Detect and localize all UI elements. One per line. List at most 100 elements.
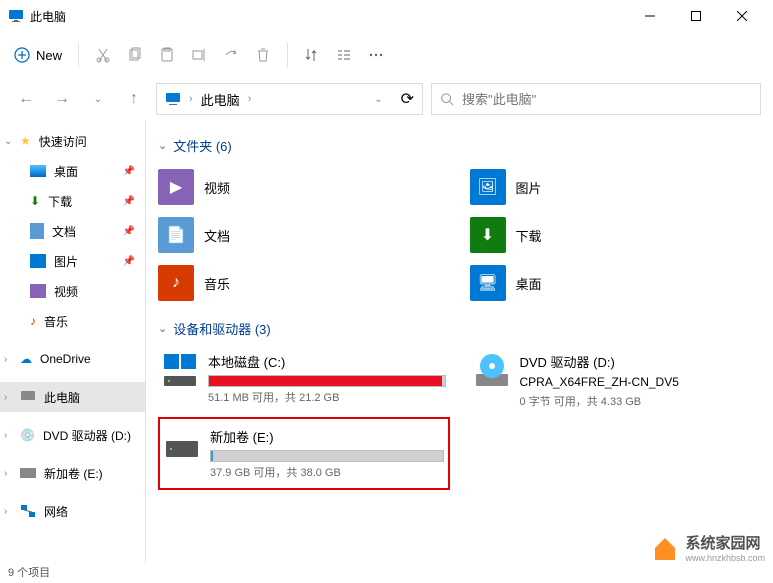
sidebar-item-documents[interactable]: 文档📌 bbox=[0, 216, 145, 246]
network-icon bbox=[20, 503, 36, 519]
delete-icon[interactable] bbox=[255, 47, 271, 63]
drive-icon bbox=[164, 427, 200, 463]
thispc-icon bbox=[20, 389, 36, 405]
document-icon bbox=[30, 223, 44, 239]
chevron-right-icon[interactable]: › bbox=[4, 430, 7, 441]
sidebar-item-downloads[interactable]: ⬇下载📌 bbox=[0, 186, 145, 216]
share-icon[interactable] bbox=[223, 47, 239, 63]
sidebar-item-newvol[interactable]: ›新加卷 (E:) bbox=[0, 458, 145, 488]
pin-icon: 📌 bbox=[123, 226, 135, 237]
chevron-down-icon: ⌄ bbox=[158, 322, 167, 335]
folder-pictures[interactable]: 🖼图片 bbox=[470, 165, 762, 209]
window-title: 此电脑 bbox=[30, 8, 627, 25]
back-button[interactable]: ← bbox=[12, 85, 40, 113]
address-row: ← → ⌄ ↑ › 此电脑 › ⌄ ⟳ bbox=[0, 78, 773, 120]
cut-icon[interactable] bbox=[95, 47, 111, 63]
download-icon: ⬇ bbox=[30, 194, 40, 208]
sidebar-item-dvd[interactable]: ›💿DVD 驱动器 (D:) bbox=[0, 420, 145, 450]
breadcrumb-sep: › bbox=[248, 93, 252, 105]
divider bbox=[287, 43, 288, 67]
search-icon bbox=[440, 92, 454, 106]
forward-button[interactable]: → bbox=[48, 85, 76, 113]
chevron-down-icon: ⌄ bbox=[158, 139, 167, 152]
music-icon: ♪ bbox=[30, 314, 36, 328]
item-count: 9 个项目 bbox=[8, 564, 50, 580]
sort-icon[interactable] bbox=[304, 47, 320, 63]
drive-d[interactable]: DVD 驱动器 (D:) CPRA_X64FRE_ZH-CN_DV5 0 字节 … bbox=[470, 348, 762, 413]
pin-icon: 📌 bbox=[123, 256, 135, 267]
sidebar-item-thispc[interactable]: ›此电脑 bbox=[0, 382, 145, 412]
chevron-right-icon[interactable]: › bbox=[4, 354, 7, 365]
new-button[interactable]: New bbox=[14, 47, 62, 63]
sidebar: ⌄★快速访问 桌面📌 ⬇下载📌 文档📌 图片📌 视频 ♪音乐 ›☁OneDriv… bbox=[0, 120, 145, 563]
toolbar: New bbox=[0, 32, 773, 78]
sidebar-item-quick[interactable]: ⌄★快速访问 bbox=[0, 126, 145, 156]
status-bar: 9 个项目 bbox=[0, 561, 50, 583]
section-drives[interactable]: ⌄设备和驱动器 (3) bbox=[158, 319, 761, 338]
maximize-button[interactable] bbox=[673, 0, 719, 32]
video-icon: ▶ bbox=[158, 169, 194, 205]
chevron-right-icon[interactable]: › bbox=[4, 468, 7, 479]
document-icon: 📄 bbox=[158, 217, 194, 253]
home-icon bbox=[651, 534, 679, 562]
minimize-button[interactable] bbox=[627, 0, 673, 32]
drive-c[interactable]: 本地磁盘 (C:) 51.1 MB 可用，共 21.2 GB bbox=[158, 348, 450, 413]
address-bar[interactable]: › 此电脑 › ⌄ ⟳ bbox=[156, 83, 423, 115]
new-icon bbox=[14, 47, 30, 63]
sidebar-item-desktop[interactable]: 桌面📌 bbox=[0, 156, 145, 186]
desktop-icon: 🖥 bbox=[470, 265, 506, 301]
download-icon: ⬇ bbox=[470, 217, 506, 253]
more-icon[interactable] bbox=[368, 47, 384, 63]
up-button[interactable]: ↑ bbox=[120, 85, 148, 113]
drive-usage-bar bbox=[210, 450, 444, 462]
breadcrumb-sep: › bbox=[189, 93, 193, 105]
rename-icon[interactable] bbox=[191, 47, 207, 63]
video-icon bbox=[30, 284, 46, 298]
desktop-icon bbox=[30, 165, 46, 177]
pin-icon: 📌 bbox=[123, 166, 135, 177]
drive-usage-bar bbox=[208, 375, 446, 387]
breadcrumb-root[interactable]: 此电脑 bbox=[201, 90, 240, 109]
search-input[interactable] bbox=[462, 92, 752, 107]
sidebar-item-network[interactable]: ›网络 bbox=[0, 496, 145, 526]
folder-desktop[interactable]: 🖥桌面 bbox=[470, 261, 762, 305]
chevron-down-icon[interactable]: ⌄ bbox=[84, 85, 112, 113]
dvd-drive-icon bbox=[474, 352, 510, 388]
drive-icon bbox=[20, 468, 36, 478]
new-label: New bbox=[36, 48, 62, 63]
drive-e-highlighted[interactable]: 新加卷 (E:) 37.9 GB 可用，共 38.0 GB bbox=[158, 417, 450, 490]
main-content: ⌄文件夹 (6) ▶视频 🖼图片 📄文档 ⬇下载 ♪音乐 🖥桌面 ⌄设备和驱动器… bbox=[145, 120, 773, 563]
picture-icon: 🖼 bbox=[470, 169, 506, 205]
paste-icon[interactable] bbox=[159, 47, 175, 63]
watermark: 系统家园网 www.hnzkhbsb.com bbox=[651, 532, 765, 563]
star-icon: ★ bbox=[20, 134, 31, 148]
dvd-icon: 💿 bbox=[20, 428, 35, 442]
chevron-right-icon[interactable]: › bbox=[4, 506, 7, 517]
chevron-down-icon[interactable]: ⌄ bbox=[4, 136, 12, 147]
folder-videos[interactable]: ▶视频 bbox=[158, 165, 450, 209]
refresh-icon[interactable]: ⟳ bbox=[401, 89, 414, 109]
music-icon: ♪ bbox=[158, 265, 194, 301]
folder-downloads[interactable]: ⬇下载 bbox=[470, 213, 762, 257]
thispc-icon bbox=[8, 8, 24, 24]
section-folders[interactable]: ⌄文件夹 (6) bbox=[158, 136, 761, 155]
sidebar-item-music[interactable]: ♪音乐 bbox=[0, 306, 145, 336]
sidebar-item-onedrive[interactable]: ›☁OneDrive bbox=[0, 344, 145, 374]
search-box[interactable] bbox=[431, 83, 761, 115]
folder-music[interactable]: ♪音乐 bbox=[158, 261, 450, 305]
sidebar-item-videos[interactable]: 视频 bbox=[0, 276, 145, 306]
chevron-down-icon[interactable]: ⌄ bbox=[374, 94, 382, 105]
view-icon[interactable] bbox=[336, 47, 352, 63]
titlebar: 此电脑 bbox=[0, 0, 773, 32]
folder-documents[interactable]: 📄文档 bbox=[158, 213, 450, 257]
copy-icon[interactable] bbox=[127, 47, 143, 63]
cloud-icon: ☁ bbox=[20, 352, 32, 366]
thispc-icon bbox=[165, 91, 181, 107]
windows-drive-icon bbox=[162, 352, 198, 388]
sidebar-item-pictures[interactable]: 图片📌 bbox=[0, 246, 145, 276]
close-button[interactable] bbox=[719, 0, 765, 32]
chevron-right-icon[interactable]: › bbox=[4, 392, 7, 403]
pin-icon: 📌 bbox=[123, 196, 135, 207]
picture-icon bbox=[30, 254, 46, 268]
divider bbox=[78, 43, 79, 67]
